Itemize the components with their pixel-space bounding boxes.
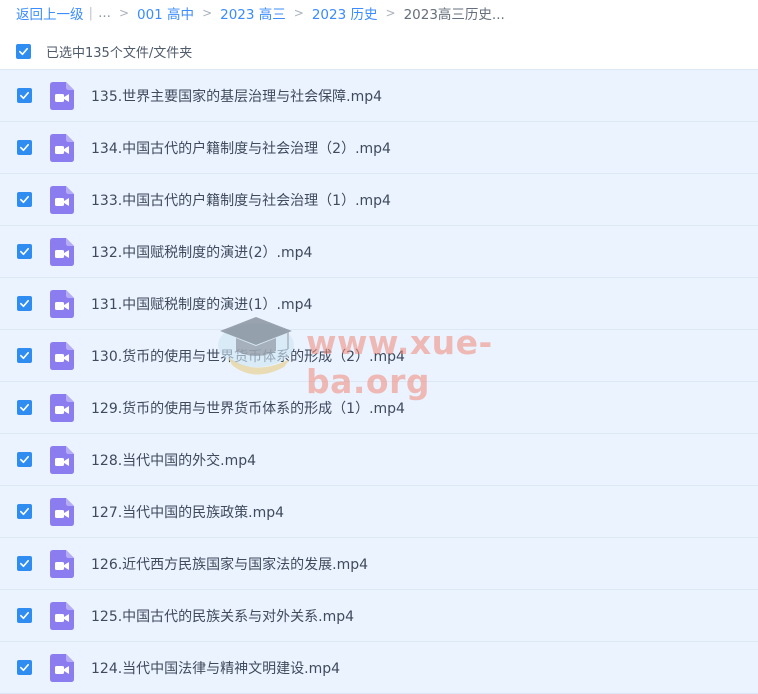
breadcrumb-item-1[interactable]: 001 高中 [137, 3, 194, 23]
checkmark-icon [20, 559, 29, 568]
file-checkbox[interactable] [17, 296, 32, 311]
checkmark-icon [20, 351, 29, 360]
checkmark-icon [20, 403, 29, 412]
file-row[interactable]: 127.当代中国的民族政策.mp4 [0, 486, 758, 538]
breadcrumb-separator-icon: > [385, 6, 396, 20]
file-name[interactable]: 132.中国赋税制度的演进(2）.mp4 [91, 242, 312, 262]
file-row[interactable]: 132.中国赋税制度的演进(2）.mp4 [0, 226, 758, 278]
file-list: 135.世界主要国家的基层治理与社会保障.mp4 134.中国古代的户籍制度与社会… [0, 69, 758, 694]
file-row[interactable]: 135.世界主要国家的基层治理与社会保障.mp4 [0, 70, 758, 122]
video-file-icon [50, 550, 74, 578]
file-checkbox[interactable] [17, 348, 32, 363]
file-row[interactable]: 125.中国古代的民族关系与对外关系.mp4 [0, 590, 758, 642]
file-row[interactable]: 130.货币的使用与世界货币体系的形成（2）.mp4 [0, 330, 758, 382]
breadcrumb-ellipsis[interactable]: ... [98, 5, 111, 21]
video-file-icon [50, 394, 74, 422]
breadcrumb-current: 2023高三历史... [403, 7, 505, 23]
file-row[interactable]: 134.中国古代的户籍制度与社会治理（2）.mp4 [0, 122, 758, 174]
file-name[interactable]: 128.当代中国的外交.mp4 [91, 450, 256, 470]
file-name[interactable]: 131.中国赋税制度的演进(1）.mp4 [91, 294, 312, 314]
breadcrumb-item-3[interactable]: 2023 历史 [312, 3, 378, 23]
video-file-icon [50, 498, 74, 526]
file-name[interactable]: 126.近代西方民族国家与国家法的发展.mp4 [91, 554, 368, 574]
breadcrumb-separator-icon: > [118, 6, 129, 20]
video-file-icon [50, 186, 74, 214]
checkmark-icon [20, 143, 29, 152]
file-checkbox[interactable] [17, 452, 32, 467]
breadcrumb-separator-icon: > [293, 6, 304, 20]
file-checkbox[interactable] [17, 140, 32, 155]
video-file-icon [50, 602, 74, 630]
video-file-icon [50, 238, 74, 266]
checkmark-icon [20, 195, 29, 204]
file-name[interactable]: 127.当代中国的民族政策.mp4 [91, 502, 284, 522]
file-name[interactable]: 125.中国古代的民族关系与对外关系.mp4 [91, 606, 354, 626]
breadcrumb-item-2[interactable]: 2023 高三 [220, 3, 286, 23]
file-name[interactable]: 130.货币的使用与世界货币体系的形成（2）.mp4 [91, 346, 405, 366]
video-file-icon [50, 654, 74, 682]
file-name[interactable]: 124.当代中国法律与精神文明建设.mp4 [91, 658, 340, 678]
file-name[interactable]: 135.世界主要国家的基层治理与社会保障.mp4 [91, 86, 382, 106]
file-checkbox[interactable] [17, 556, 32, 571]
file-row[interactable]: 129.货币的使用与世界货币体系的形成（1）.mp4 [0, 382, 758, 434]
breadcrumb-divider: | [88, 5, 94, 21]
file-row[interactable]: 126.近代西方民族国家与国家法的发展.mp4 [0, 538, 758, 590]
checkmark-icon [19, 47, 28, 55]
file-checkbox[interactable] [17, 88, 32, 103]
checkmark-icon [20, 507, 29, 516]
checkmark-icon [20, 611, 29, 620]
file-checkbox[interactable] [17, 608, 32, 623]
back-up-link[interactable]: 返回上一级 [16, 3, 84, 23]
video-file-icon [50, 290, 74, 318]
file-name[interactable]: 134.中国古代的户籍制度与社会治理（2）.mp4 [91, 138, 391, 158]
file-checkbox[interactable] [17, 400, 32, 415]
breadcrumb-separator-icon: > [202, 6, 213, 20]
file-row[interactable]: 131.中国赋税制度的演进(1）.mp4 [0, 278, 758, 330]
checkmark-icon [20, 455, 29, 464]
video-file-icon [50, 342, 74, 370]
file-row[interactable]: 133.中国古代的户籍制度与社会治理（1）.mp4 [0, 174, 758, 226]
selection-bar: 已选中135个文件/文件夹 [0, 36, 758, 66]
checkmark-icon [20, 663, 29, 672]
selection-count-label: 已选中135个文件/文件夹 [46, 45, 193, 61]
file-row[interactable]: 128.当代中国的外交.mp4 [0, 434, 758, 486]
file-checkbox[interactable] [17, 660, 32, 675]
file-name[interactable]: 133.中国古代的户籍制度与社会治理（1）.mp4 [91, 190, 391, 210]
breadcrumb: 返回上一级 | ... > 001 高中 > 2023 高三 > 2023 历史… [16, 3, 505, 23]
file-checkbox[interactable] [17, 244, 32, 259]
file-checkbox[interactable] [17, 504, 32, 519]
video-file-icon [50, 82, 74, 110]
video-file-icon [50, 134, 74, 162]
video-file-icon [50, 446, 74, 474]
file-checkbox[interactable] [17, 192, 32, 207]
checkmark-icon [20, 299, 29, 308]
select-all-checkbox[interactable] [16, 43, 31, 59]
checkmark-icon [20, 247, 29, 256]
file-row[interactable]: 124.当代中国法律与精神文明建设.mp4 [0, 642, 758, 694]
checkmark-icon [20, 91, 29, 100]
file-name[interactable]: 129.货币的使用与世界货币体系的形成（1）.mp4 [91, 398, 405, 418]
